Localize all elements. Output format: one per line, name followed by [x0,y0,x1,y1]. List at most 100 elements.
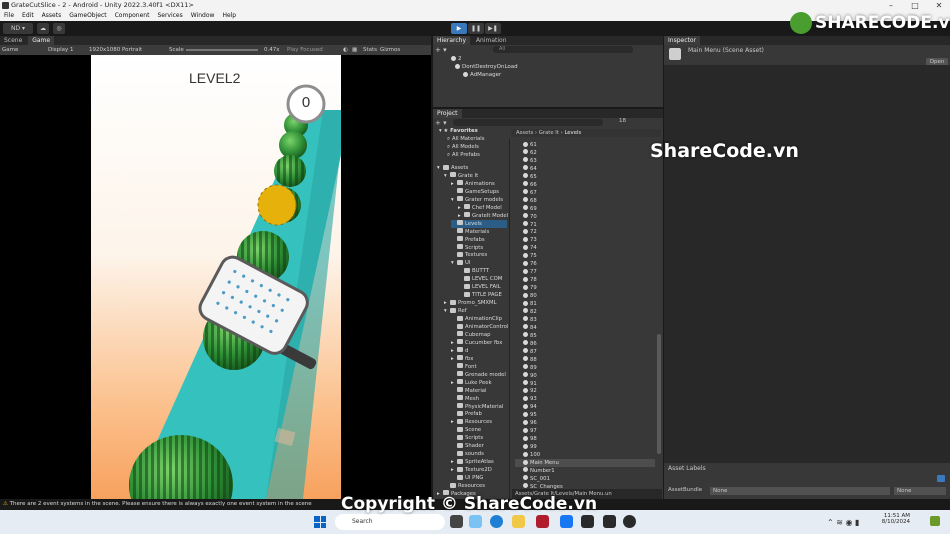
folder-tree-item[interactable]: PhysicMaterial [451,403,503,411]
hierarchy-item[interactable]: DontDestroyOnLoad [455,63,518,71]
asset-item[interactable]: 69 [523,205,537,213]
scale-slider[interactable] [186,49,258,51]
create-asset-icon[interactable]: + ▾ [435,119,447,127]
asset-item[interactable]: 84 [523,324,537,332]
menu-gameobject[interactable]: GameObject [69,11,106,21]
asset-item[interactable]: 76 [523,260,537,268]
asset-item[interactable]: 70 [523,213,537,221]
asset-item[interactable]: Main Menu [515,459,655,467]
menu-edit[interactable]: Edit [22,11,34,21]
folder-tree-item[interactable]: AnimationClip [451,315,502,323]
folder-tree-item[interactable]: LEVEL COM [458,275,502,283]
asset-item[interactable]: 86 [523,340,537,348]
step-button[interactable]: ▶❚ [485,23,501,34]
asset-item[interactable]: 77 [523,268,537,276]
edge-icon[interactable] [490,515,503,528]
shortcut-icon[interactable]: ▦ [352,45,357,55]
folder-tree-item[interactable]: TITLE PAGE [458,291,502,299]
asset-item[interactable]: 65 [523,173,537,181]
close-button[interactable]: ✕ [928,0,950,11]
asset-item[interactable]: 82 [523,308,537,316]
menu-help[interactable]: Help [222,11,236,21]
folder-tree-item[interactable]: GameSetups [451,188,499,196]
folder-tree-item[interactable]: ▸ Animations [451,180,495,188]
folder-tree-item[interactable]: ▸ d [451,347,468,355]
asset-item[interactable]: 79 [523,284,537,292]
maximize-button[interactable]: □ [904,0,926,11]
asset-item[interactable]: 72 [523,228,537,236]
pause-button[interactable]: ❚❚ [468,23,484,34]
asset-item[interactable]: 61 [523,141,537,149]
tab-hierarchy[interactable]: Hierarchy [433,36,471,45]
folder-tree-item[interactable]: ▾ Grater models [451,196,503,204]
folder-tree-item[interactable]: Levels [451,219,507,228]
add-object-icon[interactable]: + ▾ [435,46,447,54]
app-icon[interactable] [560,515,573,528]
folder-tree-item[interactable]: Shader [451,442,484,450]
asset-item[interactable]: 89 [523,364,537,372]
app-icon[interactable] [536,515,549,528]
menu-component[interactable]: Component [115,11,150,21]
asset-item[interactable]: 80 [523,292,537,300]
folder-tree-item[interactable]: ▸ SpriteAtlas [451,458,494,466]
account-dropdown[interactable]: ND ▾ [3,23,33,34]
asset-list-scrollbar[interactable] [657,334,661,454]
project-search-input[interactable] [453,119,603,126]
folder-tree-item[interactable]: Material [451,387,487,395]
asset-item[interactable]: 94 [523,403,537,411]
asset-item[interactable]: 97 [523,427,537,435]
folder-tree-item[interactable]: Scripts [451,434,483,442]
asset-item[interactable]: 87 [523,348,537,356]
folder-tree-item[interactable]: ▸ fbx [451,355,473,363]
folder-tree-item[interactable]: ▸ Resources [451,418,492,426]
asset-item[interactable]: 71 [523,221,537,229]
folder-tree-item[interactable]: ▾ Grate It [444,172,478,180]
gizmos-dropdown[interactable]: Gizmos [380,45,400,55]
asset-item[interactable]: 88 [523,356,537,364]
asset-item[interactable]: 93 [523,395,537,403]
favorites-item[interactable]: ▾ ★ Favorites [439,127,478,135]
display-dropdown[interactable]: Display 1 [48,45,74,55]
favorites-item[interactable]: ⌕ All Prefabs [447,151,480,159]
asset-item[interactable]: 75 [523,252,537,260]
folder-tree-item[interactable]: UI PNG [451,474,483,482]
folder-tree-item[interactable]: ▾ Ref [444,307,467,315]
tab-game[interactable]: Game [28,36,55,45]
folder-tree-item[interactable]: BUTTT [458,267,489,275]
resolution-dropdown[interactable]: 1920x1080 Portrait [89,45,142,55]
folder-tree-item[interactable]: Scripts [451,244,483,252]
start-icon[interactable] [314,516,326,528]
folder-tree-item[interactable]: Mesh [451,395,479,403]
favorites-item[interactable]: ⌕ All Models [447,143,479,151]
play-focused-dropdown[interactable]: Play Focused [287,45,323,55]
menu-services[interactable]: Services [157,11,182,21]
file-explorer-icon[interactable] [512,515,525,528]
clock[interactable]: 11:51 AM 8/10/2024 [878,513,910,525]
hierarchy-search-input[interactable]: All [493,46,633,53]
folder-tree-item[interactable]: ▾ Assets [437,164,468,172]
asset-item[interactable]: 91 [523,380,537,388]
asset-item[interactable]: 98 [523,435,537,443]
asset-item[interactable]: 95 [523,411,537,419]
folder-tree-item[interactable]: ▸ Cucumber fbx [451,339,502,347]
play-button[interactable]: ▶ [451,23,467,34]
asset-variant-dropdown[interactable]: None [894,487,946,495]
asset-item[interactable]: 68 [523,197,537,205]
folder-tree-item[interactable]: ▸ GrateIt Model [458,212,508,220]
tab-scene[interactable]: Scene [0,36,26,45]
asset-item[interactable]: 92 [523,387,537,395]
folder-tree-item[interactable]: Scene [451,426,481,434]
asset-item[interactable]: 62 [523,149,537,157]
cloud-icon[interactable]: ☁ [37,23,49,34]
notification-icon[interactable] [930,516,940,526]
unity-editor-icon[interactable] [603,515,616,528]
game-canvas[interactable]: LEVEL2 0 [91,55,341,499]
hierarchy-item[interactable]: AdManager [463,71,501,79]
collab-icon[interactable]: ◎ [53,23,65,34]
asset-item[interactable]: 81 [523,300,537,308]
folder-tree-item[interactable]: ▸ Texture2D [451,466,492,474]
label-tag-icon[interactable] [937,475,945,482]
asset-item[interactable]: 83 [523,316,537,324]
asset-item[interactable]: 96 [523,419,537,427]
game-mode-dropdown[interactable]: Game [2,45,18,55]
